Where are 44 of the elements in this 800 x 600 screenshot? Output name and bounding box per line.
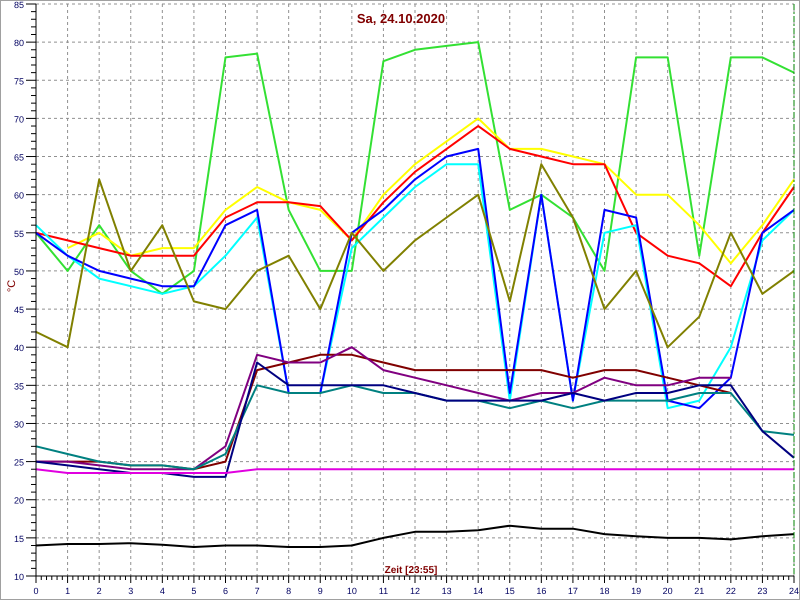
axis-label: 2	[96, 586, 102, 596]
axis-label: 3	[128, 586, 134, 596]
axis-label: 24	[789, 586, 799, 596]
axis-label: 0	[34, 586, 38, 596]
axis-label: 75	[14, 76, 24, 86]
axis-label: 45	[14, 305, 24, 316]
axis-label: 22	[726, 586, 736, 596]
axis-label: 14	[473, 586, 484, 596]
axis-label: 4	[160, 586, 165, 596]
axis-title: °C	[6, 280, 18, 292]
axis-label: 20	[662, 586, 673, 596]
axis-label: 19	[631, 586, 642, 596]
axis-label: 50	[14, 266, 24, 277]
axis-label: 6	[223, 586, 228, 596]
axis-label: 15	[504, 586, 515, 596]
axis-label: 1	[65, 586, 70, 596]
axis-label: 60	[14, 190, 24, 201]
axis-label: 55	[14, 228, 24, 239]
axis-label: 5	[191, 586, 196, 596]
axis-label: 20	[14, 496, 24, 506]
axis-label: 15	[14, 534, 24, 544]
axis-label: 65	[14, 152, 24, 163]
axis-label: 8	[286, 586, 292, 596]
axis-label: 13	[442, 586, 452, 596]
axis-label: 80	[14, 38, 24, 48]
axis-label: 11	[378, 586, 388, 596]
axis-label: 7	[254, 586, 260, 596]
chart-title: Sa, 24.10.2020	[356, 11, 446, 26]
axis-label: 35	[14, 381, 24, 392]
axis-label: 70	[14, 114, 24, 124]
axis-label: 18	[600, 586, 610, 596]
axis-label: 12	[410, 586, 420, 596]
axis-label: 85	[14, 1, 24, 10]
axis-title: Zeit [23:55]	[384, 565, 438, 576]
axis-label: 21	[694, 586, 704, 596]
axis-label: 17	[568, 586, 578, 596]
axis-label: 30	[14, 419, 24, 430]
axis-label: 23	[757, 586, 768, 596]
axis-label: 16	[536, 586, 546, 596]
axis-label: 10	[14, 572, 24, 582]
axis-label: 9	[318, 586, 323, 596]
axis-label: 25	[14, 458, 24, 468]
axis-label: 40	[14, 343, 24, 354]
axis-label: 10	[346, 586, 357, 596]
